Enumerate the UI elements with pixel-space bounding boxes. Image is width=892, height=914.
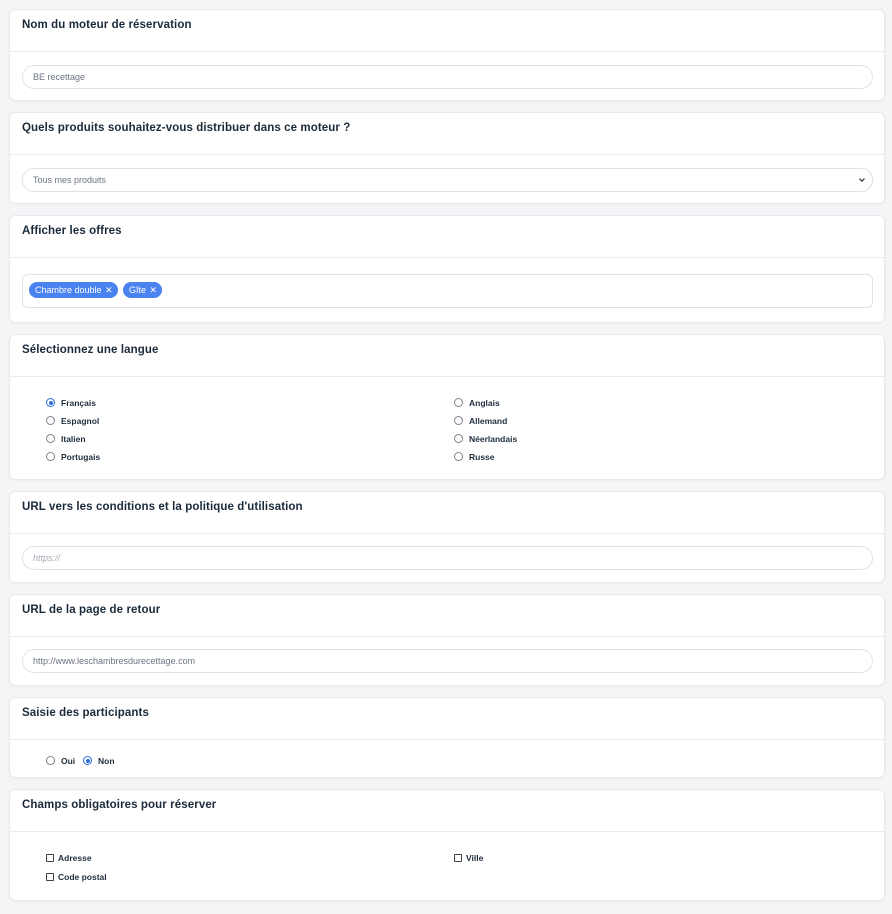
language-option-label: Italien bbox=[61, 434, 86, 444]
offer-tag-label: Gîte bbox=[129, 285, 147, 295]
radio-checked-icon[interactable] bbox=[83, 756, 92, 766]
terms-url-card: URL vers les conditions et la politique … bbox=[9, 491, 885, 583]
participants-header: Saisie des participants bbox=[10, 698, 884, 740]
products-selected-value: Tous mes produits bbox=[33, 175, 107, 185]
language-option-label: Allemand bbox=[469, 416, 508, 426]
participants-title: Saisie des participants bbox=[22, 707, 149, 719]
offers-title: Afficher les offres bbox=[22, 225, 122, 237]
engine-name-input[interactable]: BE recettage bbox=[22, 65, 873, 89]
offers-multiselect[interactable]: Chambre double ✕ Gîte ✕ bbox=[22, 274, 873, 308]
engine-name-header: Nom du moteur de réservation bbox=[10, 10, 884, 52]
products-card: Quels produits souhaitez-vous distribuer… bbox=[9, 112, 885, 204]
required-fields-card: Champs obligatoires pour réserver Adress… bbox=[9, 789, 885, 901]
required-field-adresse[interactable]: Adresse bbox=[46, 853, 92, 863]
language-option-russe[interactable]: Russe bbox=[454, 452, 495, 462]
offer-tag: Chambre double ✕ bbox=[29, 282, 118, 298]
language-option-francais[interactable]: Français bbox=[46, 398, 96, 408]
terms-url-input[interactable]: https:// bbox=[22, 546, 873, 570]
radio-icon[interactable] bbox=[46, 756, 55, 766]
language-title: Sélectionnez une langue bbox=[22, 344, 159, 356]
language-option-label: Espagnol bbox=[61, 416, 100, 426]
engine-name-card: Nom du moteur de réservation BE recettag… bbox=[9, 9, 885, 101]
language-card: Sélectionnez une langue Français Anglais… bbox=[9, 334, 885, 480]
checkbox-icon[interactable] bbox=[46, 872, 54, 881]
radio-icon[interactable] bbox=[454, 452, 463, 462]
products-select[interactable]: Tous mes produits bbox=[22, 168, 873, 192]
offer-tag: Gîte ✕ bbox=[123, 282, 163, 298]
offers-card: Afficher les offres Chambre double ✕ Gît… bbox=[9, 215, 885, 323]
return-url-card: URL de la page de retour http://www.lesc… bbox=[9, 594, 885, 686]
remove-tag-icon[interactable]: ✕ bbox=[149, 282, 157, 298]
required-field-label: Ville bbox=[466, 853, 484, 863]
participants-option-non[interactable]: Non bbox=[83, 756, 115, 766]
engine-name-title: Nom du moteur de réservation bbox=[22, 19, 192, 31]
checkbox-icon[interactable] bbox=[46, 853, 54, 862]
radio-icon[interactable] bbox=[454, 434, 463, 444]
participants-option-label: Oui bbox=[61, 756, 76, 766]
participants-option-label: Non bbox=[98, 756, 115, 766]
language-option-neerlandais[interactable]: Néerlandais bbox=[454, 434, 517, 444]
language-option-allemand[interactable]: Allemand bbox=[454, 416, 507, 426]
required-field-label: Code postal bbox=[58, 872, 107, 882]
radio-icon[interactable] bbox=[46, 416, 55, 426]
language-option-italien[interactable]: Italien bbox=[46, 434, 86, 444]
remove-tag-icon[interactable]: ✕ bbox=[105, 282, 113, 298]
language-option-anglais[interactable]: Anglais bbox=[454, 398, 500, 408]
return-url-input[interactable]: http://www.leschambresdurecettage.com bbox=[22, 649, 873, 673]
language-header: Sélectionnez une langue bbox=[10, 335, 884, 377]
language-option-label: Néerlandais bbox=[469, 434, 518, 444]
language-option-portugais[interactable]: Portugais bbox=[46, 452, 100, 462]
return-url-header: URL de la page de retour bbox=[10, 595, 884, 637]
chevron-down-icon bbox=[859, 178, 865, 183]
radio-icon[interactable] bbox=[46, 434, 55, 444]
terms-url-title: URL vers les conditions et la politique … bbox=[22, 501, 303, 513]
return-url-value: http://www.leschambresdurecettage.com bbox=[33, 656, 196, 666]
products-header: Quels produits souhaitez-vous distribuer… bbox=[10, 113, 884, 155]
participants-option-oui[interactable]: Oui bbox=[46, 756, 75, 766]
participants-card: Saisie des participants Oui Non bbox=[9, 697, 885, 778]
required-fields-header: Champs obligatoires pour réserver bbox=[10, 790, 884, 832]
required-field-code-postal[interactable]: Code postal bbox=[46, 872, 107, 882]
return-url-title: URL de la page de retour bbox=[22, 604, 161, 616]
language-option-label: Portugais bbox=[61, 452, 101, 462]
engine-name-value: BE recettage bbox=[33, 72, 86, 82]
products-title: Quels produits souhaitez-vous distribuer… bbox=[22, 122, 351, 134]
offers-header: Afficher les offres bbox=[10, 216, 884, 258]
language-option-label: Anglais bbox=[469, 398, 500, 408]
radio-icon[interactable] bbox=[454, 416, 463, 426]
offer-tag-label: Chambre double bbox=[35, 285, 102, 295]
terms-url-placeholder: https:// bbox=[33, 553, 61, 563]
terms-url-header: URL vers les conditions et la politique … bbox=[10, 492, 884, 534]
required-field-label: Adresse bbox=[58, 853, 92, 863]
language-option-label: Russe bbox=[469, 452, 495, 462]
language-option-label: Français bbox=[61, 398, 96, 408]
booking-engine-settings-page: Nom du moteur de réservation BE recettag… bbox=[0, 0, 892, 914]
radio-icon[interactable] bbox=[46, 452, 55, 462]
language-option-espagnol[interactable]: Espagnol bbox=[46, 416, 99, 426]
required-field-ville[interactable]: Ville bbox=[454, 853, 483, 863]
radio-icon[interactable] bbox=[454, 398, 463, 408]
radio-checked-icon[interactable] bbox=[46, 398, 55, 408]
required-fields-title: Champs obligatoires pour réserver bbox=[22, 799, 217, 811]
checkbox-icon[interactable] bbox=[454, 853, 462, 862]
